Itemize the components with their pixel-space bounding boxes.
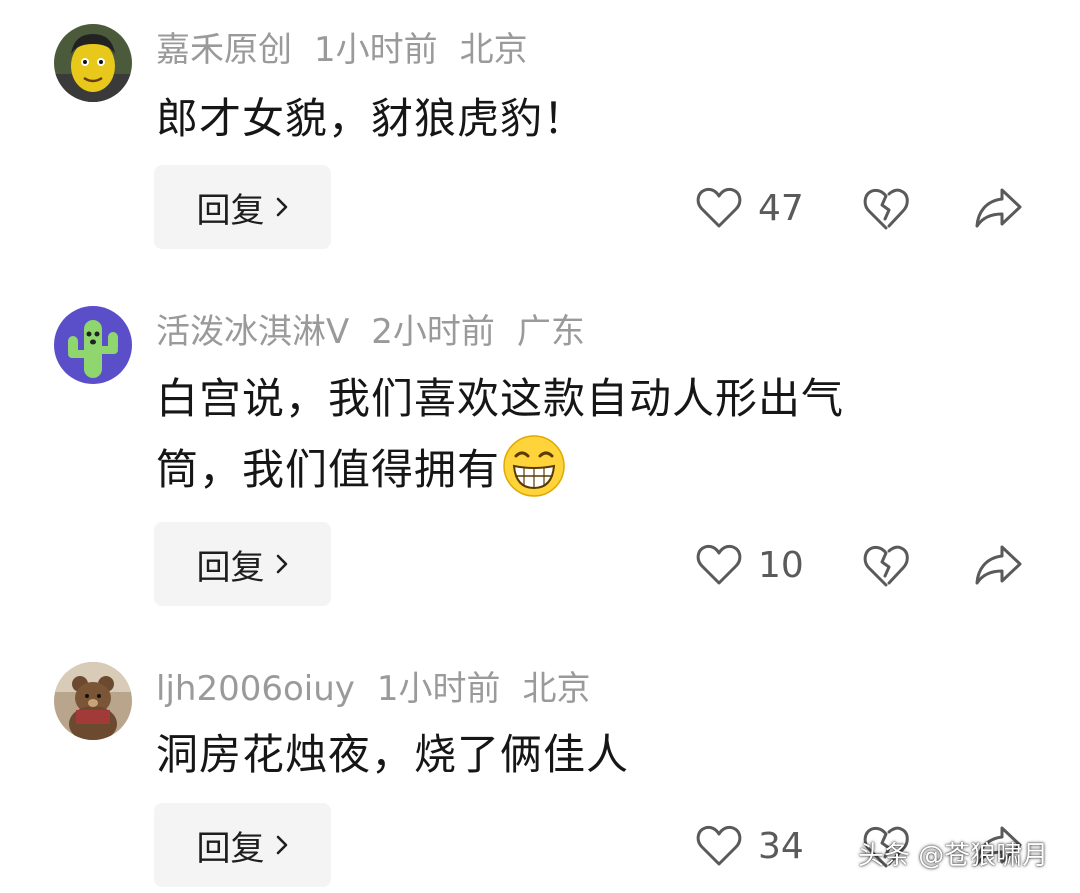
reply-label: 回复 bbox=[196, 547, 265, 588]
reply-button[interactable]: 回复 bbox=[154, 803, 331, 887]
comment-location: 北京 bbox=[459, 30, 528, 70]
grinning-face-emoji-icon bbox=[503, 435, 565, 497]
reply-button[interactable]: 回复 bbox=[154, 165, 331, 249]
comment-text-line: 白宫说，我们喜欢这款自动人形出气 bbox=[156, 374, 845, 423]
username[interactable]: 活泼冰淇淋V bbox=[156, 312, 349, 352]
username[interactable]: ljh2006oiuy bbox=[156, 669, 355, 709]
reply-label: 回复 bbox=[196, 190, 265, 231]
chevron-right-icon bbox=[276, 554, 287, 574]
comment-text: 白宫说，我们喜欢这款自动人形出气 筒，我们值得拥有 bbox=[156, 364, 956, 505]
avatar[interactable] bbox=[54, 306, 132, 384]
comment-location: 广东 bbox=[516, 312, 585, 352]
like-button[interactable]: 34 bbox=[696, 821, 804, 871]
like-count: 47 bbox=[758, 187, 804, 229]
like-count: 10 bbox=[758, 544, 804, 586]
comment-text-part: 筒，我们值得拥有 bbox=[156, 445, 501, 494]
comment-text: 郎才女貌，豺狼虎豹！ bbox=[156, 94, 587, 143]
avatar[interactable] bbox=[54, 662, 132, 740]
comment-time: 2小时前 bbox=[371, 312, 495, 352]
comment-meta: ljh2006oiuy 1小时前 北京 bbox=[156, 669, 613, 709]
comment-time: 1小时前 bbox=[376, 669, 501, 709]
reply-button[interactable]: 回复 bbox=[154, 522, 331, 606]
comment-text-line: 筒，我们值得拥有 bbox=[156, 434, 956, 505]
comment-location: 北京 bbox=[522, 669, 591, 709]
share-icon[interactable] bbox=[974, 185, 1024, 231]
broken-heart-icon[interactable] bbox=[862, 185, 910, 231]
comment-time: 1小时前 bbox=[314, 30, 438, 70]
comment-meta: 活泼冰淇淋V 2小时前 广东 bbox=[156, 312, 607, 352]
chevron-right-icon bbox=[276, 835, 287, 855]
like-button[interactable]: 10 bbox=[696, 540, 804, 590]
heart-icon bbox=[696, 544, 742, 585]
like-button[interactable]: 47 bbox=[696, 183, 804, 233]
share-icon[interactable] bbox=[974, 542, 1024, 588]
heart-icon bbox=[696, 187, 742, 228]
comment-meta: 嘉禾原创 1小时前 北京 bbox=[156, 30, 550, 70]
avatar[interactable] bbox=[54, 24, 132, 102]
reply-label: 回复 bbox=[196, 828, 265, 869]
broken-heart-icon[interactable] bbox=[862, 542, 910, 588]
comment-text: 洞房花烛夜，烧了俩佳人 bbox=[156, 730, 630, 779]
watermark: 头条 @苍狼啸月 bbox=[858, 841, 1049, 871]
chevron-right-icon bbox=[276, 197, 287, 217]
username[interactable]: 嘉禾原创 bbox=[156, 30, 292, 70]
like-count: 34 bbox=[758, 825, 804, 867]
heart-icon bbox=[696, 825, 742, 866]
